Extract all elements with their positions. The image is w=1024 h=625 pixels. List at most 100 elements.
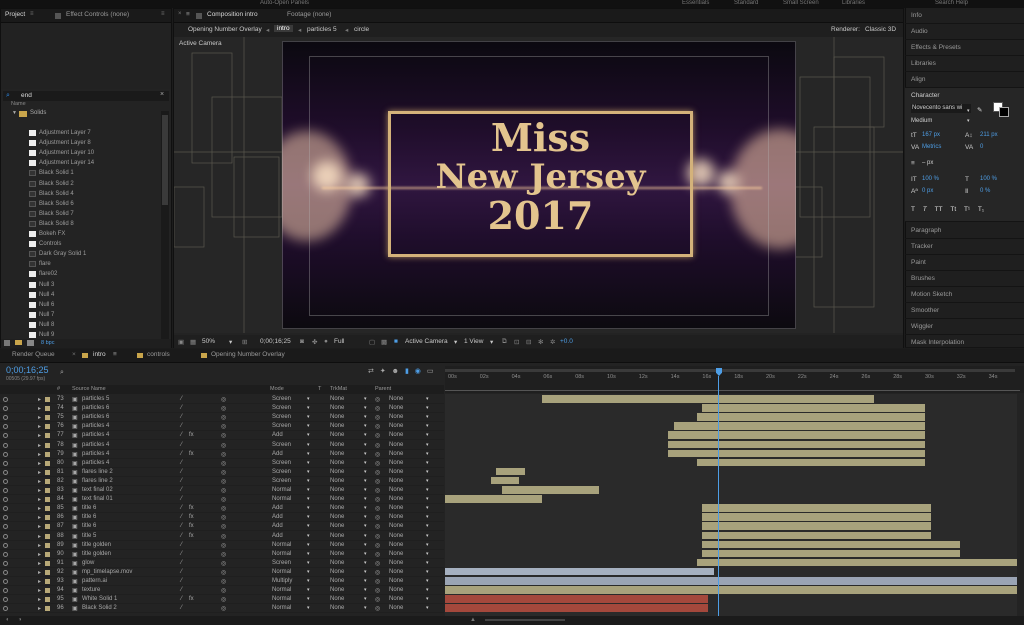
layer-row[interactable]: ▸ 85 ▣ title 6 ⁄ Add ▾ None ▾ ◎ None ▾ fx ◎	[0, 504, 444, 514]
mode-dropdown[interactable]: Screen	[272, 560, 291, 566]
layer-name[interactable]: text final 01	[82, 496, 113, 502]
layer-row[interactable]: ▸ 87 ▣ title 6 ⁄ Add ▾ None ▾ ◎ None ▾ fx ◎	[0, 522, 444, 532]
quality-switch-icon[interactable]: ⁄	[181, 496, 182, 502]
new-comp-icon[interactable]	[27, 340, 34, 346]
lock-icon[interactable]	[196, 13, 202, 19]
layer-name[interactable]: Black Solid 2	[82, 605, 117, 611]
subscript-button[interactable]: T₁	[978, 202, 984, 217]
comp-viewer[interactable]: Active Camera Miss New Jersey 2017	[174, 37, 903, 333]
effects-icon[interactable]: fx	[189, 533, 194, 539]
parent-dropdown[interactable]: None	[389, 551, 403, 557]
parent-dropdown[interactable]: None	[389, 442, 403, 448]
panel-libraries[interactable]: Libraries	[905, 56, 1024, 72]
layer-duration-bar[interactable]	[702, 531, 932, 540]
camera-dropdown[interactable]: Active Camera	[405, 338, 448, 345]
font-style-dropdown[interactable]: Medium	[911, 114, 932, 129]
project-item[interactable]: flare	[1, 259, 171, 269]
layer-duration-bar[interactable]	[673, 422, 926, 430]
motion-blur-switch-icon[interactable]: ◎	[221, 451, 226, 458]
panel-motion-sketch[interactable]: Motion Sketch	[905, 287, 1024, 303]
renderer-value[interactable]: Classic 3D	[865, 26, 896, 33]
quality-switch-icon[interactable]: ⁄	[181, 523, 182, 529]
show-snapshot-icon[interactable]: ✤	[312, 338, 317, 346]
layer-name[interactable]: particles 4	[82, 423, 109, 429]
trkmat-dropdown[interactable]: None	[330, 514, 344, 520]
eye-icon[interactable]	[3, 533, 8, 539]
mode-dropdown[interactable]: Normal	[272, 596, 291, 602]
panel-mask-interpolation[interactable]: Mask Interpolation	[905, 335, 1024, 348]
quality-switch-icon[interactable]: ⁄	[181, 460, 182, 466]
col-source-name[interactable]: Source Name	[72, 386, 106, 392]
stroke-color-swatch[interactable]	[999, 107, 1009, 117]
layer-name[interactable]: particles 4	[82, 442, 109, 448]
expand-icon[interactable]: ▸	[38, 496, 41, 503]
label-color-swatch[interactable]	[45, 560, 50, 566]
menu-icon[interactable]: ≡	[186, 11, 190, 18]
mode-dropdown[interactable]: Add	[272, 505, 283, 511]
layer-duration-bar[interactable]	[696, 413, 926, 421]
panel-align[interactable]: Align	[905, 72, 1024, 88]
layer-duration-bar[interactable]	[496, 467, 526, 476]
parent-dropdown[interactable]: None	[389, 596, 403, 602]
parent-dropdown[interactable]: None	[389, 451, 403, 457]
close-icon[interactable]: ×	[72, 351, 76, 358]
search-icon[interactable]: ⌕	[60, 369, 64, 377]
expand-icon[interactable]: ▸	[38, 396, 41, 403]
pickwhip-icon[interactable]: ◎	[375, 414, 380, 421]
faux-bold-button[interactable]: T	[911, 202, 915, 217]
clear-icon[interactable]: ×	[160, 91, 164, 98]
col-number[interactable]: #	[57, 386, 60, 392]
expand-icon[interactable]: ▸	[38, 596, 41, 603]
tracking-value[interactable]: 0	[980, 140, 983, 155]
quality-switch-icon[interactable]: ⁄	[181, 587, 182, 593]
expand-icon[interactable]: ▸	[38, 560, 41, 567]
panel-paint[interactable]: Paint	[905, 255, 1024, 271]
label-color-swatch[interactable]	[45, 397, 50, 402]
pickwhip-icon[interactable]: ◎	[375, 542, 380, 549]
project-item[interactable]: Controls	[1, 239, 171, 249]
eye-icon[interactable]	[3, 433, 8, 439]
parent-dropdown[interactable]: None	[389, 469, 403, 475]
eye-icon[interactable]	[3, 551, 8, 557]
parent-dropdown[interactable]: None	[389, 432, 403, 438]
pickwhip-icon[interactable]: ◎	[375, 442, 380, 449]
motion-blur-switch-icon[interactable]: ◎	[221, 596, 226, 603]
layer-duration-bar[interactable]	[668, 431, 926, 439]
label-color-swatch[interactable]	[45, 488, 50, 493]
label-color-swatch[interactable]	[45, 451, 50, 457]
parent-dropdown[interactable]: None	[389, 414, 403, 420]
parent-dropdown[interactable]: None	[389, 496, 403, 502]
stroke-width-value[interactable]: – px	[922, 156, 933, 171]
breadcrumb-item[interactable]: Opening Number Overlay	[188, 26, 262, 33]
layer-row[interactable]: ▸ 73 ▣ particles 5 ⁄ Screen ▾ None ▾ ◎ None ▾ ◎	[0, 395, 444, 405]
pickwhip-icon[interactable]: ◎	[375, 578, 380, 585]
trkmat-dropdown[interactable]: None	[330, 405, 344, 411]
mode-dropdown[interactable]: Add	[272, 451, 283, 457]
label-color-swatch[interactable]	[45, 497, 50, 503]
timeline-timecode[interactable]: 0;00;16;25	[6, 365, 49, 375]
label-color-swatch[interactable]	[45, 478, 50, 484]
trkmat-dropdown[interactable]: None	[330, 569, 344, 575]
pickwhip-icon[interactable]: ◎	[375, 396, 380, 403]
motion-blur-switch-icon[interactable]: ◎	[221, 605, 226, 612]
toggle-pixel-icon[interactable]: ⧉	[502, 338, 507, 346]
pickwhip-icon[interactable]: ◎	[375, 423, 380, 430]
quality-switch-icon[interactable]: ⁄	[181, 533, 182, 539]
label-color-swatch[interactable]	[45, 579, 50, 584]
trkmat-dropdown[interactable]: None	[330, 542, 344, 548]
expand-icon[interactable]: ▸	[38, 442, 41, 449]
layer-name[interactable]: title 6	[82, 514, 96, 520]
layer-name[interactable]: particles 4	[82, 451, 109, 457]
label-color-swatch[interactable]	[45, 524, 50, 530]
exposure-value[interactable]: +0.0	[560, 338, 573, 345]
eye-icon[interactable]	[3, 497, 8, 503]
trkmat-dropdown[interactable]: None	[330, 587, 344, 593]
pickwhip-icon[interactable]: ◎	[375, 551, 380, 558]
pickwhip-icon[interactable]: ◎	[375, 469, 380, 476]
layer-name[interactable]: mp_timelapse.mov	[82, 569, 132, 575]
lock-icon[interactable]	[55, 13, 61, 19]
trkmat-dropdown[interactable]: None	[330, 414, 344, 420]
effects-icon[interactable]: fx	[189, 505, 194, 511]
motion-blur-switch-icon[interactable]: ◎	[221, 578, 226, 585]
motion-blur-switch-icon[interactable]: ◎	[221, 551, 226, 558]
